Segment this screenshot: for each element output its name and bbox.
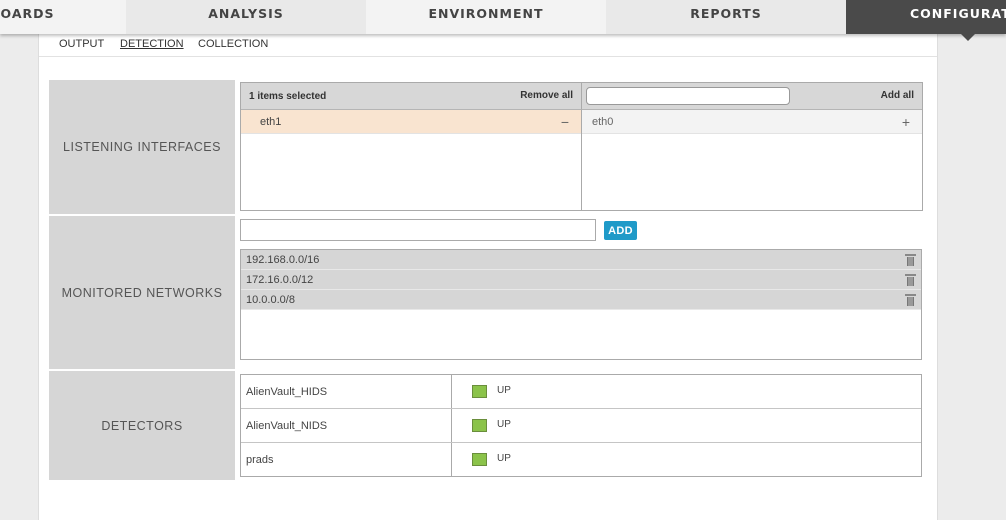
nav-tab-analysis[interactable]: ANALYSIS (126, 0, 366, 34)
network-cidr-input[interactable] (240, 219, 596, 241)
detector-row: AlienVault_HIDS UP (241, 375, 921, 409)
network-row: 172.16.0.0/12 (241, 270, 921, 290)
nav-tab-reports[interactable]: REPORTS (606, 0, 846, 34)
detector-status: UP (497, 419, 511, 430)
selected-count: 1 items selected (249, 91, 327, 102)
subtab-collection[interactable]: COLLECTION (198, 38, 268, 50)
interface-name: eth1 (260, 116, 282, 128)
selected-interfaces-list: eth1 − (241, 110, 582, 210)
section-label-listening-interfaces: LISTENING INTERFACES (49, 80, 235, 214)
network-cidr: 192.168.0.0/16 (246, 254, 320, 266)
subtab-detection[interactable]: DETECTION (120, 38, 184, 50)
interface-name: eth0 (592, 116, 614, 128)
detector-name: prads (241, 443, 452, 477)
detector-name: AlienVault_HIDS (241, 375, 452, 408)
nav-tab-configuration[interactable]: CONFIGURATIO (846, 0, 1006, 41)
interfaces-multiselect: 1 items selected Remove all Add all eth1… (240, 82, 923, 211)
delete-network-icon[interactable] (905, 254, 916, 266)
nav-tab-label: ANALYSIS (208, 6, 284, 21)
detector-name: AlienVault_NIDS (241, 409, 452, 442)
section-label-detectors: DETECTORS (49, 371, 235, 480)
nav-tab-label: REPORTS (690, 6, 762, 21)
status-up-icon (472, 385, 487, 398)
network-row: 192.168.0.0/16 (241, 250, 921, 270)
detector-row: AlienVault_NIDS UP (241, 409, 921, 443)
section-label-monitored-networks: MONITORED NETWORKS (49, 216, 235, 369)
delete-network-icon[interactable] (905, 294, 916, 306)
nav-tab-label: ENVIRONMENT (428, 6, 544, 21)
networks-list: 192.168.0.0/16 172.16.0.0/12 10.0.0.0/8 (240, 249, 922, 360)
detector-row: prads UP (241, 443, 921, 477)
subtab-bar: OUTPUT DETECTION COLLECTION (39, 34, 937, 57)
top-navigation: BOARDS ANALYSIS ENVIRONMENT REPORTS CONF… (0, 0, 1006, 41)
add-all-button[interactable]: Add all (881, 90, 914, 101)
status-up-icon (472, 453, 487, 466)
remove-interface-icon[interactable]: − (561, 110, 569, 134)
available-header: Add all (582, 83, 922, 110)
nav-tab-environment[interactable]: ENVIRONMENT (366, 0, 606, 34)
available-interface-item[interactable]: eth0 + (582, 110, 922, 134)
delete-network-icon[interactable] (905, 274, 916, 286)
status-up-icon (472, 419, 487, 432)
network-cidr: 172.16.0.0/12 (246, 274, 314, 286)
subtab-output[interactable]: OUTPUT (59, 38, 104, 50)
nav-tab-dashboards[interactable]: BOARDS (0, 0, 126, 34)
network-row: 10.0.0.0/8 (241, 290, 921, 310)
nav-tab-label: CONFIGURATIO (910, 6, 1006, 21)
detector-status: UP (497, 453, 511, 464)
network-cidr: 10.0.0.0/8 (246, 294, 295, 306)
detector-status: UP (497, 385, 511, 396)
available-interfaces-list: eth0 + (582, 110, 922, 210)
active-tab-caret-icon (960, 33, 976, 41)
add-interface-icon[interactable]: + (902, 110, 910, 134)
interface-search-input[interactable] (586, 87, 790, 105)
add-network-button[interactable]: ADD (604, 221, 637, 240)
detectors-table: AlienVault_HIDS UP AlienVault_NIDS UP pr… (240, 374, 922, 477)
remove-all-button[interactable]: Remove all (520, 90, 573, 101)
selected-interface-item[interactable]: eth1 − (241, 110, 581, 134)
selected-header: 1 items selected Remove all (241, 83, 582, 110)
nav-tab-label: BOARDS (0, 6, 55, 21)
